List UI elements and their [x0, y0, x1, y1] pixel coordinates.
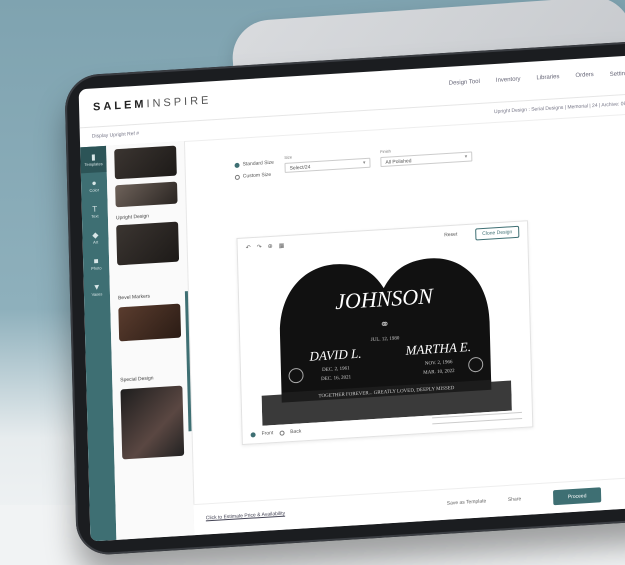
zoom-icon[interactable]: ⊕ [268, 243, 273, 250]
chevron-down-icon: ▾ [464, 153, 468, 160]
size-label: Size [284, 154, 293, 160]
rail-label: Photo [90, 264, 102, 271]
nav-settings[interactable]: Settings ▾ [610, 69, 625, 78]
tablet-frame: SALEMINSPIRE Design Tool Inventory Libra… [64, 39, 625, 557]
share-button[interactable]: Share [508, 496, 521, 503]
logo-salem: SALEM [92, 98, 147, 114]
logo-inspire: INSPIRE [146, 94, 212, 111]
side-toggle: Front Back [250, 428, 302, 438]
reset-button[interactable]: Reset [444, 232, 457, 239]
rail-label: Text [91, 212, 99, 219]
rail-label: Art [92, 238, 99, 245]
footer-bar: Click to Estimate Price & Availability S… [193, 475, 625, 536]
rail-art[interactable]: ◆ Art [82, 224, 109, 252]
nav-orders[interactable]: Orders [575, 72, 593, 80]
rail-vases[interactable]: ▼ Vases [84, 276, 111, 304]
radio-selected-icon [234, 162, 240, 168]
rings-emblem-icon: ⚭ [379, 317, 389, 332]
rail-label: Templates [84, 160, 103, 167]
nav-inventory[interactable]: Inventory [496, 76, 521, 85]
rail-color[interactable]: ● Color [81, 172, 108, 200]
finish-select[interactable]: All Polished ▾ [380, 151, 473, 168]
estimate-price-link[interactable]: Click to Estimate Price & Availability [206, 511, 285, 522]
rail-label: Color [89, 186, 100, 193]
front-radio-icon[interactable] [250, 431, 256, 438]
save-template-button[interactable]: Save as Template [447, 498, 487, 506]
design-catalog: Upright Design Bevel Markers Special Des… [106, 141, 196, 540]
tablet-screen: SALEMINSPIRE Design Tool Inventory Libra… [78, 54, 625, 542]
chevron-down-icon: ▾ [362, 160, 366, 167]
rail-photo[interactable]: ■ Photo [83, 250, 110, 278]
headstone-preview[interactable]: JOHNSON ⚭ JUL. 12, 1980 DAVID L. MARTHA … [258, 241, 512, 426]
rail-templates[interactable]: ▮ Templates [80, 145, 107, 174]
breadcrumb: Upright Design : Serial Designs | Memori… [493, 100, 625, 116]
catalog-thumb-bevel[interactable] [118, 303, 182, 342]
grid-icon[interactable]: ▦ [279, 242, 285, 249]
standard-size-radio[interactable]: Standard Size [234, 160, 274, 168]
radio-empty-icon [234, 174, 240, 180]
proceed-button[interactable]: Proceed [552, 487, 602, 506]
rail-text[interactable]: T Text [81, 198, 108, 226]
catalog-label-special: Special Design [120, 375, 154, 384]
design-canvas: ↶ ↷ ⊕ ▦ Reset Clone Design JOHNSON ⚭ JUL… [236, 220, 534, 446]
catalog-thumb-upright[interactable] [116, 221, 180, 266]
undo-icon[interactable]: ↶ [246, 244, 251, 251]
canvas-toolbar: ↶ ↷ ⊕ ▦ [246, 242, 285, 251]
nav-design-tool[interactable]: Design Tool [449, 79, 480, 88]
app-logo: SALEMINSPIRE [93, 94, 212, 113]
finish-value: All Polished [385, 158, 412, 166]
catalog-thumb-monument[interactable] [114, 145, 177, 180]
catalog-thumb-special[interactable] [120, 385, 185, 460]
clone-design-button[interactable]: Clone Design [475, 225, 520, 241]
design-workspace: Standard Size Custom Size Size Select/24… [184, 112, 625, 536]
custom-size-label: Custom Size [242, 171, 272, 180]
rail-label: Vases [91, 290, 103, 297]
catalog-thumb-bench[interactable] [115, 181, 178, 208]
size-select[interactable]: Select/24 ▾ [284, 157, 371, 173]
catalog-label-bevel: Bevel Markers [117, 293, 151, 302]
nav-links: Design Tool Inventory Libraries Orders S… [449, 69, 625, 87]
standard-size-label: Standard Size [242, 159, 274, 168]
custom-size-radio[interactable]: Custom Size [234, 171, 272, 180]
catalog-label-upright: Upright Design [115, 213, 150, 222]
size-value: Select/24 [289, 164, 311, 172]
nav-libraries[interactable]: Libraries [536, 74, 559, 82]
back-label: Back [290, 428, 302, 436]
front-label: Front [261, 430, 274, 437]
back-radio-icon[interactable] [279, 429, 285, 436]
finish-label: Finish [380, 148, 391, 155]
design-reference: Display Upright Ref # [91, 130, 140, 140]
redo-icon[interactable]: ↷ [257, 244, 262, 251]
